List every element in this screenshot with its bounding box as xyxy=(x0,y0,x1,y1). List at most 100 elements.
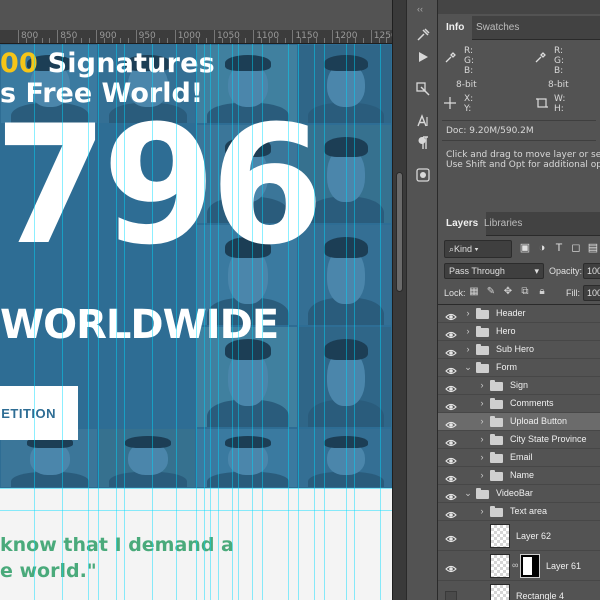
vertical-guide[interactable] xyxy=(204,44,205,600)
chevron-right-icon[interactable]: › xyxy=(478,434,486,444)
chevron-down-icon[interactable]: ⌄ xyxy=(464,488,472,499)
vertical-guide[interactable] xyxy=(262,44,263,600)
vertical-guide[interactable] xyxy=(238,44,239,600)
canvas-vertical-scrollbar[interactable] xyxy=(392,0,406,600)
filter-kind-dropdown[interactable]: ⌕Kind ▾ xyxy=(444,240,512,258)
lock-transparent-icon[interactable]: ▦ xyxy=(468,286,480,298)
visibility-eye-icon[interactable] xyxy=(445,507,457,519)
collapse-icon[interactable]: ‹‹ xyxy=(417,4,423,14)
layer-row[interactable]: › Sub Hero xyxy=(438,341,600,359)
ruler-minor-tick xyxy=(268,38,270,43)
visibility-eye-icon[interactable] xyxy=(445,399,457,411)
chevron-right-icon[interactable]: › xyxy=(478,470,486,480)
vertical-guide[interactable] xyxy=(124,44,125,600)
vertical-guide[interactable] xyxy=(346,44,347,600)
play-icon[interactable] xyxy=(414,48,432,66)
paragraph-icon[interactable] xyxy=(414,134,432,152)
chevron-right-icon[interactable]: › xyxy=(464,308,472,318)
layer-row[interactable]: › Upload Button xyxy=(438,413,600,431)
vertical-guide[interactable] xyxy=(88,44,89,600)
visibility-eye-icon[interactable] xyxy=(445,471,457,483)
vertical-guide[interactable] xyxy=(34,44,35,600)
visibility-eye-icon[interactable] xyxy=(445,345,457,357)
lock-image-icon[interactable]: ✎ xyxy=(485,286,497,298)
visibility-eye-icon[interactable] xyxy=(445,327,457,339)
chevron-down-icon[interactable]: ⌄ xyxy=(464,362,472,373)
type-filter-icon[interactable]: T xyxy=(552,241,566,255)
layer-row[interactable]: › Comments xyxy=(438,395,600,413)
visibility-eye-icon[interactable] xyxy=(445,363,457,375)
adjustment-filter-icon[interactable]: ◑ xyxy=(535,241,549,255)
chevron-right-icon[interactable]: › xyxy=(464,344,472,354)
visibility-eye-icon[interactable] xyxy=(445,453,457,465)
layer-row[interactable]: ∞ Layer 61 xyxy=(438,551,600,581)
chevron-right-icon[interactable]: › xyxy=(464,326,472,336)
vertical-guide[interactable] xyxy=(252,44,253,600)
tab-swatches[interactable]: Swatches xyxy=(468,16,527,40)
sign-petition-button[interactable]: ETITION xyxy=(0,386,78,440)
visibility-eye-icon[interactable] xyxy=(445,531,457,543)
pixel-filter-icon[interactable]: ▣ xyxy=(518,241,532,255)
lock-all-icon[interactable]: 🔒︎ xyxy=(536,286,548,298)
horizontal-ruler[interactable]: 800 850 900 950 1000 1050 1100 1150 1200 1250 xyxy=(0,30,392,44)
vertical-guide[interactable] xyxy=(298,44,299,600)
vertical-guide[interactable] xyxy=(210,44,211,600)
lock-artboard-icon[interactable]: ⧉ xyxy=(519,286,531,298)
vertical-guide[interactable] xyxy=(196,44,197,600)
blend-mode-dropdown[interactable]: Pass Through ▾ xyxy=(444,263,544,279)
smart-object-filter-icon[interactable]: ▤ xyxy=(586,241,600,255)
layer-row[interactable]: › Text area xyxy=(438,503,600,521)
shape-filter-icon[interactable]: ◻ xyxy=(569,241,583,255)
visibility-eye-icon[interactable] xyxy=(445,417,457,429)
horizontal-guide[interactable] xyxy=(0,488,392,489)
vertical-guide[interactable] xyxy=(288,44,289,600)
visibility-eye-icon[interactable] xyxy=(445,309,457,321)
layer-row[interactable]: › City State Province xyxy=(438,431,600,449)
layer-row[interactable]: ⌄ VideoBar xyxy=(438,485,600,503)
opacity-input[interactable]: 100% xyxy=(583,263,600,279)
vertical-guide[interactable] xyxy=(152,44,153,600)
chevron-right-icon[interactable]: › xyxy=(478,380,486,390)
layer-row[interactable]: Layer 62 xyxy=(438,521,600,551)
fill-input[interactable]: 100% xyxy=(583,285,600,301)
vertical-guide[interactable] xyxy=(116,44,117,600)
layer-row[interactable]: › Hero xyxy=(438,323,600,341)
vertical-guide[interactable] xyxy=(314,44,315,600)
tab-libraries[interactable]: Libraries xyxy=(476,212,530,236)
layer-row[interactable]: › Email xyxy=(438,449,600,467)
vertical-guide[interactable] xyxy=(62,44,63,600)
character-icon[interactable] xyxy=(414,112,432,130)
document-canvas[interactable]: 800 850 900 950 1000 1050 1100 1150 1200 1250 00 … xyxy=(0,0,392,600)
layer-row[interactable]: › Sign xyxy=(438,377,600,395)
ruler-minor-tick xyxy=(300,38,302,43)
layer-row[interactable]: › Name xyxy=(438,467,600,485)
vertical-guide[interactable] xyxy=(176,44,177,600)
visibility-eye-icon[interactable] xyxy=(445,435,457,447)
vertical-guide[interactable] xyxy=(98,44,99,600)
ruler-tick xyxy=(253,30,255,43)
visibility-eye-icon[interactable] xyxy=(445,591,457,600)
tools-preset-icon[interactable] xyxy=(414,80,432,98)
vertical-guide[interactable] xyxy=(232,44,233,600)
layer-row[interactable]: Rectangle 4 xyxy=(438,581,600,600)
chevron-right-icon[interactable]: › xyxy=(478,452,486,462)
visibility-eye-icon[interactable] xyxy=(445,381,457,393)
lock-position-icon[interactable]: ✥ xyxy=(502,286,514,298)
layer-row[interactable]: › Header xyxy=(438,305,600,323)
vertical-guide[interactable] xyxy=(218,44,219,600)
link-chain-icon[interactable]: ∞ xyxy=(512,560,518,570)
horizontal-guide[interactable] xyxy=(0,510,392,511)
chevron-right-icon[interactable]: › xyxy=(478,398,486,408)
visibility-eye-icon[interactable] xyxy=(445,489,457,501)
vertical-guide[interactable] xyxy=(380,44,381,600)
visibility-eye-icon[interactable] xyxy=(445,561,457,573)
layer-row[interactable]: ⌄ Form xyxy=(438,359,600,377)
brush-settings-icon[interactable] xyxy=(414,26,432,44)
chevron-right-icon[interactable]: › xyxy=(478,416,486,426)
scrollbar-thumb[interactable] xyxy=(396,172,403,292)
layer-mask-thumbnail[interactable] xyxy=(520,554,540,578)
chevron-right-icon[interactable]: › xyxy=(478,506,486,516)
vertical-guide[interactable] xyxy=(354,44,355,600)
brush-presets-icon[interactable] xyxy=(414,166,432,184)
vertical-guide[interactable] xyxy=(324,44,325,600)
